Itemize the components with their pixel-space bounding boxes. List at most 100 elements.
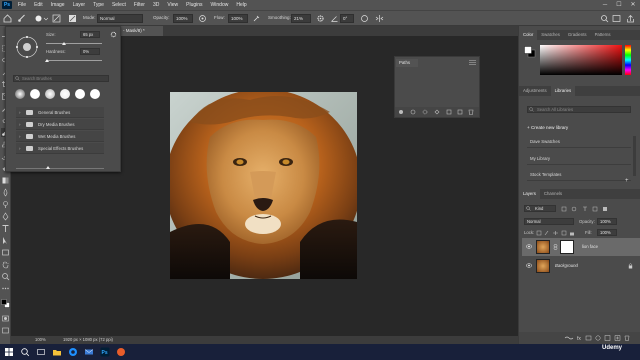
lion-photo[interactable] — [170, 92, 357, 279]
menu-file[interactable]: File — [14, 2, 30, 8]
windows-start-icon[interactable] — [4, 347, 14, 357]
brush-tool-icon[interactable] — [17, 14, 26, 23]
brush-group-general[interactable]: › General Brushes — [16, 107, 104, 118]
layer-opacity-field[interactable]: 100% — [597, 218, 617, 225]
document-tab[interactable]: - Mask/8) * — [119, 26, 163, 36]
brush-tip-soft[interactable] — [15, 89, 25, 99]
brush-tip[interactable] — [45, 89, 55, 99]
hue-slider[interactable] — [625, 45, 631, 75]
menu-3d[interactable]: 3D — [149, 2, 163, 8]
mail-icon[interactable] — [84, 347, 94, 357]
mode-select[interactable]: Normal — [97, 14, 143, 23]
angle-field[interactable]: 0° — [340, 14, 354, 23]
color-field-picker[interactable] — [540, 45, 622, 75]
home-icon[interactable] — [3, 14, 12, 23]
file-explorer-icon[interactable] — [52, 347, 62, 357]
menu-help[interactable]: Help — [232, 2, 250, 8]
menu-layer[interactable]: Layer — [69, 2, 90, 8]
layer-row-lion-face[interactable]: lion face — [522, 238, 640, 256]
quick-mask-icon[interactable] — [1, 314, 10, 323]
panel-menu-icon[interactable] — [469, 60, 476, 65]
library-search-input[interactable]: Search All Libraries — [527, 106, 631, 113]
app-icon[interactable] — [116, 347, 126, 357]
size-field[interactable]: 65 px — [80, 31, 100, 38]
search-icon[interactable] — [600, 14, 609, 23]
library-item[interactable]: My Library — [527, 153, 631, 165]
minimize-icon[interactable]: ─ — [598, 0, 612, 10]
hand-tool-icon[interactable] — [1, 260, 10, 269]
layer-filter-icons[interactable] — [561, 206, 621, 212]
layer-mask-thumbnail[interactable] — [560, 240, 574, 254]
brush-tip[interactable] — [75, 89, 85, 99]
menu-window[interactable]: Window — [207, 2, 233, 8]
gradient-tool-icon[interactable] — [1, 176, 10, 185]
hardness-slider[interactable] — [46, 60, 102, 61]
blur-tool-icon[interactable] — [1, 188, 10, 197]
layer-thumbnail[interactable] — [536, 240, 550, 254]
create-library-button[interactable]: + Create new library — [527, 125, 568, 130]
menu-edit[interactable]: Edit — [30, 2, 47, 8]
library-item[interactable]: Dave Swatches — [527, 136, 631, 148]
brush-panel-toggle-icon[interactable] — [68, 14, 77, 23]
brush-tip[interactable] — [60, 89, 70, 99]
zoom-level[interactable]: 100% — [35, 336, 46, 344]
tab-channels[interactable]: Channels — [540, 189, 566, 199]
preview-size-thumb[interactable] — [46, 166, 50, 169]
path-select-tool-icon[interactable] — [1, 236, 10, 245]
type-tool-icon[interactable] — [1, 224, 10, 233]
blend-mode-select[interactable]: Normal — [524, 218, 574, 225]
angle-icon[interactable] — [330, 14, 339, 23]
dodge-tool-icon[interactable] — [1, 200, 10, 209]
share-icon[interactable] — [626, 14, 635, 23]
menu-plugins[interactable]: Plugins — [182, 2, 206, 8]
preview-size-slider[interactable] — [16, 168, 104, 169]
screen-mode-icon[interactable] — [1, 326, 10, 335]
brush-group-wet-media[interactable]: › Wet Media Brushes — [16, 131, 104, 142]
fill-field[interactable]: 100% — [597, 229, 617, 236]
menu-select[interactable]: Select — [108, 2, 130, 8]
brush-preset-icon[interactable] — [34, 14, 48, 23]
paths-tab[interactable]: Paths — [396, 59, 418, 67]
gear-icon[interactable] — [110, 31, 117, 38]
smoothing-field[interactable]: 21% — [291, 14, 311, 23]
maximize-icon[interactable]: ☐ — [612, 0, 626, 10]
close-icon[interactable]: ✕ — [626, 0, 640, 10]
menu-view[interactable]: View — [163, 2, 182, 8]
pressure-size-icon[interactable] — [360, 14, 369, 23]
brush-tip-hard[interactable] — [30, 89, 40, 99]
layer-name[interactable]: Background — [555, 263, 578, 268]
photoshop-taskbar-icon[interactable]: Ps — [100, 347, 110, 357]
menu-image[interactable]: Image — [47, 2, 69, 8]
brush-settings-icon[interactable] — [52, 14, 61, 23]
tab-color[interactable]: Color — [519, 30, 538, 40]
color-swatch-icon[interactable] — [524, 46, 536, 58]
foreground-background-color-icon[interactable] — [1, 298, 10, 308]
brush-angle-preview-icon[interactable] — [15, 35, 39, 59]
tab-adjustments[interactable]: Adjustments — [519, 86, 551, 96]
layer-thumbnail[interactable] — [536, 259, 550, 273]
symmetry-icon[interactable] — [375, 14, 384, 23]
hardness-slider-thumb[interactable] — [45, 59, 49, 62]
visibility-eye-icon[interactable] — [526, 244, 532, 249]
layer-row-background[interactable]: Background — [522, 257, 640, 275]
search-icon[interactable] — [20, 347, 30, 357]
hardness-field[interactable]: 0% — [80, 48, 100, 55]
document-size[interactable]: 1920 px × 1080 px (72 ppi) — [63, 336, 113, 344]
lock-options-icons[interactable] — [536, 230, 576, 236]
tab-libraries[interactable]: Libraries — [550, 86, 576, 96]
link-icon[interactable] — [553, 244, 558, 250]
brush-search-input[interactable]: Search Brushes — [13, 75, 109, 82]
browser-icon[interactable] — [68, 347, 78, 357]
tab-gradients[interactable]: Gradients — [564, 30, 591, 40]
size-slider-thumb[interactable] — [62, 42, 66, 45]
library-item[interactable]: Stock Templates — [527, 169, 631, 181]
workspace-icon[interactable] — [612, 14, 621, 23]
pen-tool-icon[interactable] — [1, 212, 10, 221]
zoom-tool-icon[interactable] — [1, 272, 10, 281]
task-view-icon[interactable] — [36, 347, 46, 357]
menu-type[interactable]: Type — [89, 2, 108, 8]
flow-field[interactable]: 100% — [228, 14, 248, 23]
brush-tip[interactable] — [90, 89, 100, 99]
brush-group-special-effects[interactable]: › Special Effects Brushes — [16, 143, 104, 154]
menu-filter[interactable]: Filter — [130, 2, 149, 8]
